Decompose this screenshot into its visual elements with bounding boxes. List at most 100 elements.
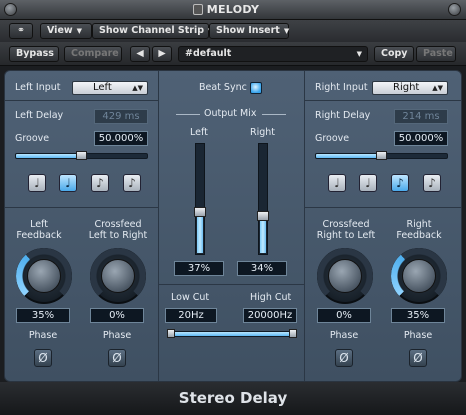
left-groove-field[interactable]: 50.000%: [94, 131, 148, 146]
right-groove-field[interactable]: 50.000%: [394, 131, 448, 146]
high-cut-handle[interactable]: [289, 329, 297, 338]
slider-fill: [316, 154, 382, 158]
left-note-triplet-button[interactable]: ♪: [123, 174, 141, 192]
divider: [262, 114, 286, 115]
left-input-label: Left Input: [15, 82, 61, 93]
right-feedback-label: Right Feedback: [396, 219, 442, 241]
knob-cap: [402, 259, 436, 293]
crossfeed-left-right-knob[interactable]: [90, 248, 146, 304]
output-right-slider[interactable]: [257, 143, 269, 255]
low-cut-label: Low Cut: [171, 292, 210, 303]
left-phase-label: Phase: [28, 330, 58, 341]
show-channel-strip-menu[interactable]: Show Channel Strip▼: [92, 23, 213, 39]
paste-button[interactable]: Paste: [416, 46, 456, 62]
next-preset-button[interactable]: ▶: [152, 46, 172, 62]
chevron-down-icon: ▼: [283, 27, 290, 35]
output-left-slider[interactable]: [194, 143, 206, 255]
left-input-menu[interactable]: Left ▲▼: [72, 81, 148, 95]
crossfeed-left-right-value[interactable]: 0%: [90, 308, 144, 323]
compare-button[interactable]: Compare: [64, 46, 122, 62]
right-input-value: Right: [393, 82, 420, 93]
right-groove-handle[interactable]: [375, 151, 387, 160]
divider: [305, 100, 461, 101]
right-note-dotted-button[interactable]: ♩: [359, 174, 377, 192]
slider-fill: [197, 212, 203, 253]
output-right-value[interactable]: 34%: [237, 261, 287, 276]
left-feedback-value[interactable]: 35%: [16, 308, 70, 323]
left-delay-field[interactable]: 429 ms: [94, 109, 148, 124]
right-input-menu[interactable]: Right ▲▼: [372, 81, 448, 95]
crossfeed-lr-phase-label: Phase: [102, 330, 132, 341]
view-menu-label: View: [47, 25, 73, 36]
output-mix-label: Output Mix: [204, 108, 257, 119]
chevron-down-icon: ▼: [76, 27, 83, 35]
slider-fill: [168, 332, 296, 336]
divider: [305, 207, 461, 208]
previous-preset-button[interactable]: ◀: [130, 46, 150, 62]
left-groove-handle[interactable]: [75, 151, 87, 160]
show-insert-menu[interactable]: Show Insert ▼: [209, 23, 289, 39]
right-note-eighth-button[interactable]: ♪: [391, 174, 409, 192]
crossfeed-right-left-label: Crossfeed Right to Left: [316, 219, 376, 241]
plugin-name: Stereo Delay: [178, 389, 288, 407]
divider: [158, 71, 159, 381]
left-note-eighth-button[interactable]: ♪: [91, 174, 109, 192]
low-cut-handle[interactable]: [167, 329, 175, 338]
knob-cap: [101, 259, 135, 293]
output-left-handle[interactable]: [194, 207, 206, 218]
right-note-triplet-button[interactable]: ♪: [423, 174, 441, 192]
crossfeed-right-left-value[interactable]: 0%: [317, 308, 371, 323]
left-groove-label: Groove: [15, 133, 50, 144]
left-delay-label: Left Delay: [15, 110, 64, 121]
left-note-quarter-button[interactable]: ♩: [28, 174, 46, 192]
high-cut-label: High Cut: [250, 292, 292, 303]
show-channel-strip-label: Show Channel Strip: [99, 25, 205, 36]
left-phase-invert-button[interactable]: Ø: [34, 349, 52, 367]
view-menu[interactable]: View ▼: [40, 23, 92, 39]
output-left-label: Left: [190, 127, 208, 138]
output-right-label: Right: [250, 127, 276, 138]
divider: [5, 100, 158, 101]
crossfeed-lr-phase-invert-button[interactable]: Ø: [108, 349, 126, 367]
output-right-handle[interactable]: [257, 210, 269, 221]
knob-cap: [27, 259, 61, 293]
slider-fill: [16, 154, 82, 158]
right-feedback-value[interactable]: 35%: [391, 308, 445, 323]
cut-range-slider[interactable]: [167, 331, 297, 337]
right-phase-invert-button[interactable]: Ø: [409, 349, 427, 367]
preset-menu[interactable]: #default ▼: [178, 46, 368, 62]
divider: [5, 207, 158, 208]
crossfeed-rl-phase-invert-button[interactable]: Ø: [335, 349, 353, 367]
bypass-button[interactable]: Bypass: [9, 46, 59, 62]
beat-sync-label: Beat Sync: [199, 82, 247, 93]
link-icon[interactable]: ⚭: [9, 23, 33, 39]
knob-cap: [328, 259, 362, 293]
chevron-updown-icon: ▲▼: [432, 84, 443, 92]
copy-button[interactable]: Copy: [374, 46, 414, 62]
output-left-value[interactable]: 37%: [174, 261, 224, 276]
chevron-down-icon: ▼: [356, 50, 362, 58]
low-cut-value[interactable]: 20Hz: [165, 308, 217, 323]
divider: [304, 71, 305, 381]
chevron-updown-icon: ▲▼: [132, 84, 143, 92]
window-title: MELODY: [206, 3, 260, 16]
beat-sync-toggle[interactable]: [250, 82, 262, 94]
left-note-dotted-button[interactable]: ♩: [59, 174, 77, 192]
show-insert-label: Show Insert: [216, 25, 280, 36]
left-feedback-knob[interactable]: [16, 248, 72, 304]
right-delay-field[interactable]: 214 ms: [394, 109, 448, 124]
crossfeed-left-right-label: Crossfeed Left to Right: [88, 219, 148, 241]
right-phase-label: Phase: [403, 330, 433, 341]
right-feedback-knob[interactable]: [391, 248, 447, 304]
right-groove-label: Groove: [315, 133, 350, 144]
divider: [176, 114, 200, 115]
slider-fill: [260, 215, 266, 253]
crossfeed-right-left-knob[interactable]: [317, 248, 373, 304]
right-note-quarter-button[interactable]: ♩: [328, 174, 346, 192]
left-input-value: Left: [93, 82, 112, 93]
high-cut-value[interactable]: 20000Hz: [243, 308, 297, 323]
crossfeed-rl-phase-label: Phase: [329, 330, 359, 341]
left-feedback-label: Left Feedback: [16, 219, 62, 241]
divider: [159, 284, 304, 285]
preset-name: #default: [185, 48, 232, 59]
